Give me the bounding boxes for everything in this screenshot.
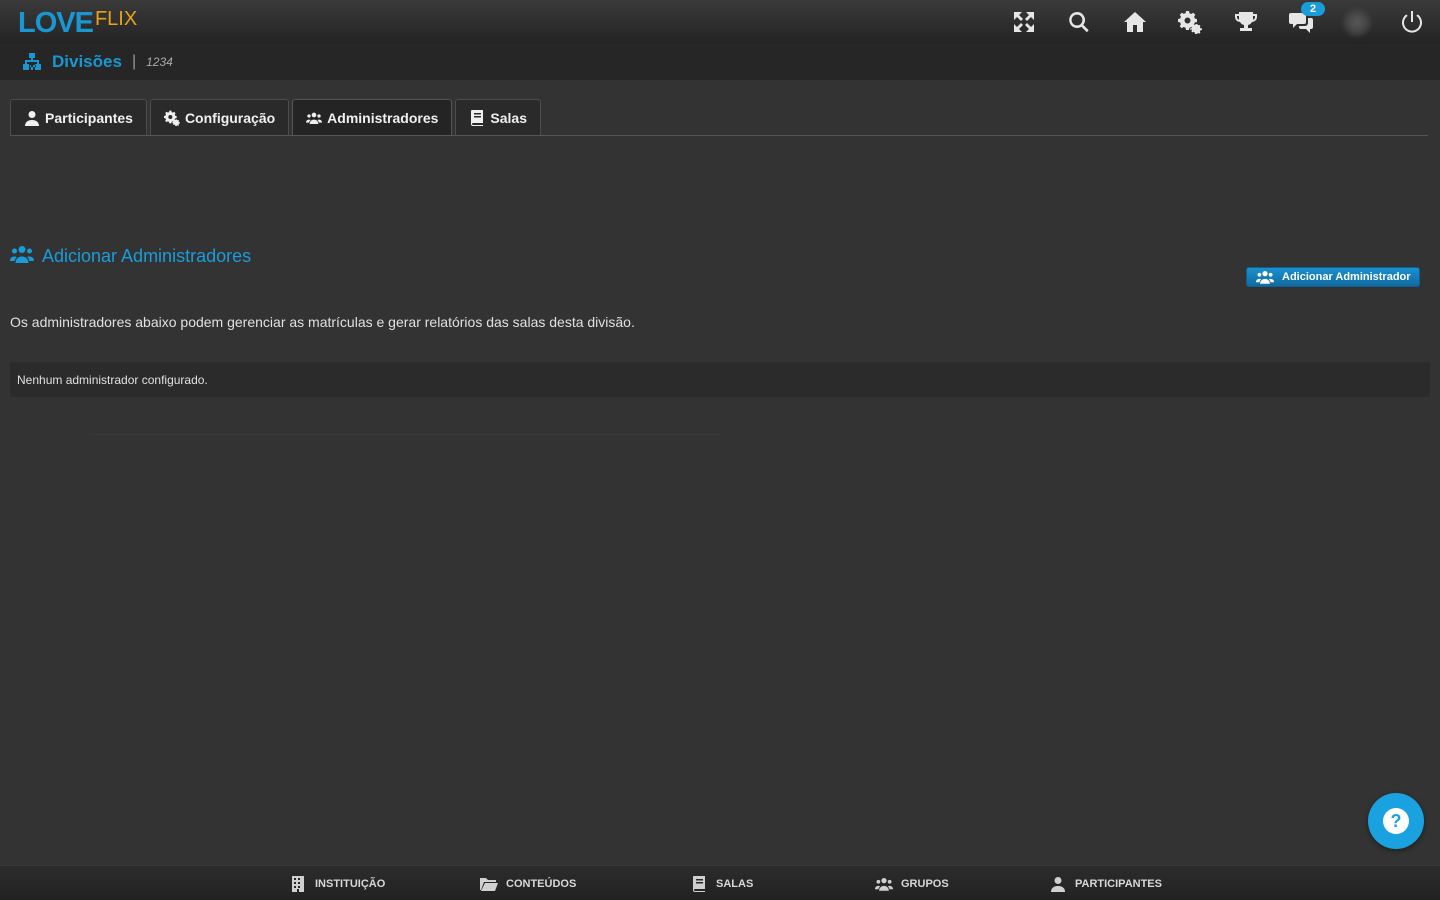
top-icons: 2: [982, 0, 1440, 44]
nav-salas[interactable]: SALAS: [690, 866, 753, 900]
users-icon: [1256, 271, 1274, 284]
nav-label: PARTICIPANTES: [1075, 877, 1162, 890]
sitemap-icon: [22, 52, 42, 72]
nav-label: CONTEÚDOS: [506, 877, 577, 890]
chat-icon[interactable]: 2: [1287, 2, 1325, 36]
page-title[interactable]: Divisões: [52, 52, 122, 72]
avatar[interactable]: [1342, 8, 1371, 36]
home-icon[interactable]: [1121, 8, 1149, 36]
tab-label: Participantes: [45, 110, 133, 126]
tab-bar: Participantes Configuração Administrador…: [10, 99, 544, 136]
breadcrumb: Divisões | 1234: [0, 44, 1440, 80]
gears-icon[interactable]: [1176, 8, 1204, 36]
question-icon: ?: [1383, 808, 1409, 834]
trophy-icon[interactable]: [1232, 8, 1260, 36]
logo-sub: FLIX: [94, 8, 138, 30]
bottom-nav: INSTITUIÇÃO CONTEÚDOS SALAS GRUPOS PARTI…: [0, 865, 1440, 900]
divider: [90, 434, 720, 435]
nav-participantes[interactable]: PARTICIPANTES: [1049, 866, 1162, 900]
add-administrator-label: Adicionar Administrador: [1282, 271, 1411, 283]
search-icon[interactable]: [1065, 8, 1093, 36]
section-header: Adicionar Administradores: [10, 240, 251, 267]
tab-participantes[interactable]: Participantes: [10, 99, 147, 136]
tab-label: Administradores: [327, 110, 439, 126]
tab-label: Salas: [490, 110, 528, 126]
empty-state: Nenhum administrador configurado.: [10, 362, 1430, 397]
breadcrumb-separator: |: [131, 53, 137, 70]
building-icon: [292, 875, 304, 892]
section-title: Adicionar Administradores: [42, 246, 252, 266]
power-icon[interactable]: [1398, 8, 1426, 36]
user-icon: [25, 111, 39, 126]
tab-label: Configuração: [184, 110, 276, 126]
nav-conteudos[interactable]: CONTEÚDOS: [480, 866, 576, 900]
tab-administradores[interactable]: Administradores: [292, 99, 453, 136]
tab-divider: [10, 135, 1428, 136]
gears-icon: [163, 110, 180, 126]
user-icon: [1051, 876, 1065, 892]
tab-salas[interactable]: Salas: [455, 99, 542, 136]
top-bar: LOVE FLIX 2: [0, 0, 1440, 44]
users-icon: [875, 877, 893, 891]
users-icon: [10, 245, 34, 263]
nav-grupos[interactable]: GRUPOS: [875, 866, 949, 900]
book-icon: [471, 110, 484, 126]
folder-icon: [480, 877, 498, 891]
division-code: 1234: [146, 55, 173, 69]
empty-message: Nenhum administrador configurado.: [17, 373, 208, 387]
add-administrator-button[interactable]: Adicionar Administrador: [1246, 267, 1420, 287]
nav-label: GRUPOS: [901, 877, 949, 890]
users-icon: [306, 112, 323, 124]
book-icon: [693, 875, 705, 892]
nav-label: SALAS: [716, 877, 754, 890]
app-logo[interactable]: LOVE FLIX: [18, 6, 137, 40]
tab-configuracao[interactable]: Configuração: [149, 99, 290, 136]
logo-main: LOVE: [18, 7, 94, 39]
fullscreen-icon[interactable]: [1010, 8, 1038, 36]
nav-instituicao[interactable]: INSTITUIÇÃO: [289, 866, 385, 900]
notification-badge: 2: [1301, 2, 1325, 16]
nav-label: INSTITUIÇÃO: [315, 877, 386, 890]
section-description: Os administradores abaixo podem gerencia…: [10, 314, 635, 330]
help-button[interactable]: ?: [1368, 793, 1424, 849]
